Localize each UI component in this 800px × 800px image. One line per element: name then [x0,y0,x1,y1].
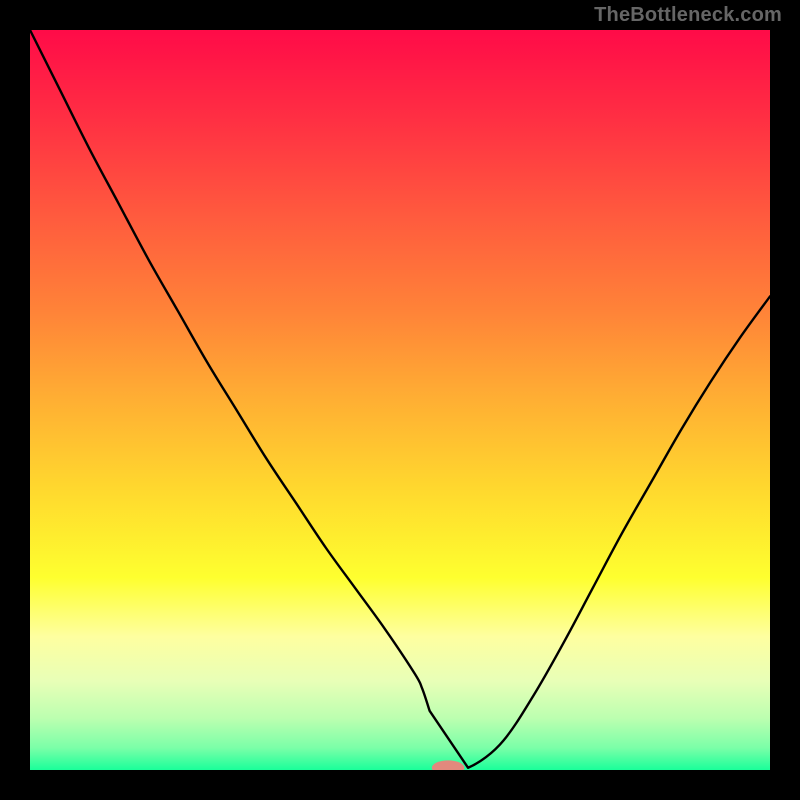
plot-area [30,30,770,770]
chart-frame: TheBottleneck.com [0,0,800,800]
watermark-text: TheBottleneck.com [594,4,782,27]
gradient-background [30,30,770,770]
chart-svg [30,30,770,770]
